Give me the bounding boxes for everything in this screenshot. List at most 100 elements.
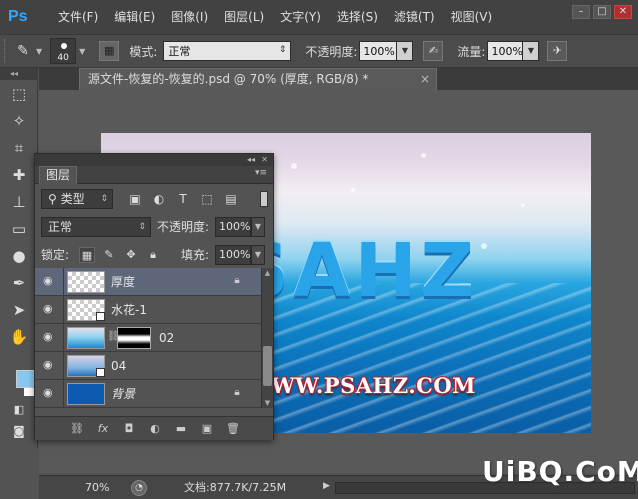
pressure-opacity-icon[interactable]: ✍ — [423, 41, 444, 61]
lock-transparent-icon[interactable]: ▦ — [79, 247, 95, 263]
new-group-icon[interactable]: ▬ — [173, 421, 189, 437]
filter-shape-icon[interactable]: ⬚ — [199, 191, 215, 207]
layer-name: 厚度 — [111, 275, 136, 289]
opacity-dropdown-button[interactable]: ▼ — [397, 41, 414, 61]
status-options-icon[interactable]: ◔ — [131, 480, 147, 496]
document-info: 文档:877.7K/7.25M — [184, 481, 287, 494]
layer-row[interactable]: ◉ 水花-1 — [35, 296, 261, 324]
fill-input[interactable]: 100% — [215, 245, 251, 265]
visibility-eye-icon[interactable]: ◉ — [43, 275, 57, 287]
visibility-eye-icon[interactable]: ◉ — [43, 303, 57, 315]
menu-view[interactable]: 视图(V) — [443, 0, 501, 34]
opacity-label: 不透明度: — [305, 44, 358, 59]
layers-tab[interactable]: 图层 — [39, 166, 78, 184]
adjustment-layer-icon[interactable]: ◐ — [147, 421, 163, 437]
layer-thumbnail — [67, 383, 105, 405]
layer-row[interactable]: ◉ 04 — [35, 352, 261, 380]
eraser-tool-icon[interactable]: ▭ — [4, 216, 34, 242]
layers-scrollbar[interactable]: ▲ ▼ — [261, 268, 273, 408]
brush-panel-toggle-icon[interactable]: ▦ — [99, 41, 120, 61]
blend-row: 正常 ⇕ 不透明度: 100% ▼ — [35, 214, 273, 240]
flow-dropdown-button[interactable]: ▼ — [523, 41, 540, 61]
filter-adjustment-icon[interactable]: ◐ — [151, 191, 167, 207]
water-drop — [351, 188, 355, 192]
lock-position-icon[interactable]: ✥ — [123, 247, 139, 263]
maximize-button[interactable]: □ — [593, 5, 611, 19]
menu-filter[interactable]: 滤镜(T) — [386, 0, 443, 34]
layer-style-icon[interactable]: fx — [95, 421, 111, 437]
pen-tool-icon[interactable]: ✒ — [4, 270, 34, 296]
crop-tool-icon[interactable]: ⌗ — [4, 135, 34, 161]
marquee-tool-icon[interactable]: ⬚ — [4, 81, 34, 107]
menu-image[interactable]: 图像(I) — [163, 0, 216, 34]
filter-pixel-icon[interactable]: ▣ — [127, 191, 143, 207]
layer-opacity-dropdown[interactable]: ▼ — [251, 217, 265, 237]
layer-row[interactable]: ◉ 厚度 🔒︎ — [35, 268, 261, 296]
filter-smart-object-icon[interactable]: ▤ — [223, 191, 239, 207]
airbrush-icon[interactable]: ✈ — [547, 41, 568, 61]
layer-row[interactable]: ◉ 背景 🔒︎ — [35, 380, 261, 408]
layers-tab-row: 图层 ▾≡ — [35, 166, 273, 184]
scrollbar-thumb[interactable] — [263, 346, 272, 386]
brush-tool-icon[interactable]: ✎ — [10, 39, 36, 63]
menu-type[interactable]: 文字(Y) — [272, 0, 329, 34]
close-window-button[interactable]: ✕ — [614, 5, 632, 19]
healing-brush-tool-icon[interactable]: ✚ — [4, 162, 34, 188]
divider — [63, 268, 64, 296]
opacity-input[interactable]: 100% — [359, 41, 398, 61]
menu-select[interactable]: 选择(S) — [329, 0, 386, 34]
water-drop — [291, 163, 297, 169]
lasso-tool-icon[interactable]: ✧ — [4, 108, 34, 134]
layer-name: 背景 — [111, 387, 136, 401]
visibility-eye-icon[interactable]: ◉ — [43, 331, 57, 343]
document-title: 源文件-恢复的-恢复的.psd @ 70% (厚度, RGB/8) * — [88, 72, 369, 86]
lock-all-icon[interactable]: 🔒︎ — [145, 247, 161, 263]
blend-mode-select[interactable]: 正常 ⇕ — [41, 217, 151, 237]
layer-row[interactable]: ◉ ⛓ 02 — [35, 324, 261, 352]
menu-file[interactable]: 文件(F) — [50, 0, 106, 34]
filter-kind-select[interactable]: ⚲ 类型 ⇕ — [41, 189, 113, 209]
foreground-color-swatch[interactable] — [16, 370, 34, 388]
path-selection-tool-icon[interactable]: ➤ — [4, 297, 34, 323]
fill-label: 填充: — [181, 248, 210, 262]
status-menu-arrow-icon[interactable]: ▶ — [323, 481, 330, 491]
delete-layer-icon[interactable]: 🗑︎ — [225, 421, 241, 437]
tool-preset-caret-icon[interactable]: ▼ — [36, 47, 42, 56]
lock-pixels-icon[interactable]: ✎ — [101, 247, 117, 263]
close-panel-icon[interactable]: ✕ — [261, 154, 268, 166]
panel-menu-icon[interactable]: ▾≡ — [255, 168, 267, 178]
minimize-button[interactable]: – — [572, 5, 590, 19]
filter-kind-arrow-icon: ⇕ — [100, 194, 108, 204]
menu-layer[interactable]: 图层(L) — [216, 0, 272, 34]
visibility-eye-icon[interactable]: ◉ — [43, 359, 57, 371]
layer-opacity-input[interactable]: 100% — [215, 217, 251, 237]
menu-edit[interactable]: 编辑(E) — [106, 0, 163, 34]
close-document-icon[interactable]: × — [420, 69, 430, 89]
layers-bottom-bar: ⛓ fx ◘ ◐ ▬ ▣ 🗑︎ — [35, 416, 273, 440]
brush-picker-caret-icon[interactable]: ▼ — [79, 47, 85, 56]
app-logo: Ps — [8, 8, 28, 25]
zoom-input[interactable]: 70% — [85, 479, 127, 497]
flow-input[interactable]: 100% — [487, 41, 524, 61]
scroll-up-icon[interactable]: ▲ — [262, 268, 273, 278]
default-colors-icon[interactable]: ◧ — [4, 399, 34, 419]
quick-mask-icon[interactable]: ◙ — [4, 421, 34, 441]
scroll-down-icon[interactable]: ▼ — [262, 398, 273, 408]
blur-tool-icon[interactable]: ● — [4, 243, 34, 269]
layer-mask-thumbnail[interactable] — [117, 327, 151, 349]
brush-size-picker[interactable]: 40 — [50, 38, 77, 64]
document-tab[interactable]: 源文件-恢复的-恢复的.psd @ 70% (厚度, RGB/8) * × — [79, 68, 437, 90]
filter-toggle-switch[interactable] — [260, 191, 268, 207]
new-layer-icon[interactable]: ▣ — [199, 421, 215, 437]
filter-type-icon[interactable]: T — [175, 191, 191, 207]
blend-mode-value: 正常 — [48, 220, 73, 234]
fill-dropdown[interactable]: ▼ — [251, 245, 265, 265]
hand-tool-icon[interactable]: ✋ — [4, 324, 34, 350]
clone-stamp-tool-icon[interactable]: ⊥ — [4, 189, 34, 215]
link-layers-icon[interactable]: ⛓ — [69, 421, 85, 437]
mode-select[interactable]: 正常 ⇕ — [163, 41, 292, 61]
visibility-eye-icon[interactable]: ◉ — [43, 387, 57, 399]
tools-collapse-icon[interactable]: ◂◂ — [0, 68, 37, 80]
add-mask-icon[interactable]: ◘ — [121, 421, 137, 437]
collapse-panel-icon[interactable]: ◂◂ — [247, 154, 255, 166]
